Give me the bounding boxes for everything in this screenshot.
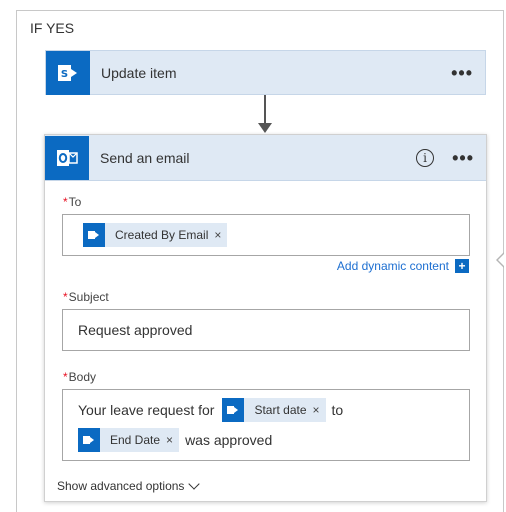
body-text-before: Your leave request for: [78, 402, 215, 418]
sharepoint-token-icon: [78, 428, 100, 452]
body-line-1: Your leave request for Start date × to: [78, 398, 343, 422]
show-advanced-options-link[interactable]: Show advanced options: [57, 478, 201, 493]
sharepoint-token-icon: [222, 398, 245, 422]
body-line-2: End Date × was approved: [78, 428, 272, 452]
to-required-mark: *: [63, 195, 68, 209]
connector-arrow-line: [264, 95, 266, 125]
remove-token-button[interactable]: ×: [214, 228, 227, 242]
subject-input[interactable]: Request approved: [62, 309, 470, 351]
body-required-mark: *: [63, 370, 68, 384]
chevron-down-icon: [188, 478, 201, 490]
send-email-title: Send an email: [100, 149, 190, 166]
subject-required-mark: *: [63, 290, 68, 304]
branch-label: IF YES: [30, 20, 75, 36]
body-label: *Body: [63, 370, 96, 384]
update-item-menu-button[interactable]: •••: [451, 64, 473, 82]
svg-text:S: S: [61, 69, 68, 80]
info-glyph: i: [423, 150, 428, 165]
add-dynamic-content-link[interactable]: Add dynamic content +: [337, 259, 469, 273]
sharepoint-token-icon: [83, 223, 105, 247]
to-label: *To: [63, 195, 81, 209]
send-email-menu-button[interactable]: •••: [452, 149, 474, 167]
plus-icon: +: [455, 259, 469, 273]
created-by-email-token[interactable]: Created By Email ×: [83, 223, 228, 247]
info-icon[interactable]: i: [416, 148, 435, 167]
connector-arrow-head: [258, 123, 272, 133]
to-field[interactable]: Created By Email ×: [62, 214, 470, 256]
add-dynamic-content-label: Add dynamic content: [336, 259, 449, 273]
token-label: End Date: [110, 433, 161, 447]
update-item-card[interactable]: S Update item •••: [45, 50, 486, 95]
to-label-text: To: [68, 195, 82, 209]
body-text-to: to: [331, 402, 344, 418]
subject-label-text: Subject: [68, 290, 109, 304]
start-date-token[interactable]: Start date ×: [222, 398, 326, 422]
remove-token-button[interactable]: ×: [313, 403, 326, 417]
remove-token-button[interactable]: ×: [166, 433, 179, 447]
dynamic-content-panel-tab-inner: [498, 254, 504, 266]
subject-label: *Subject: [63, 290, 109, 304]
send-email-card: Send an email i ••• *To Created By Email…: [44, 134, 487, 502]
send-email-header[interactable]: Send an email i •••: [45, 135, 486, 181]
show-advanced-options-label: Show advanced options: [57, 479, 185, 493]
token-label: Created By Email: [115, 228, 209, 242]
body-editor[interactable]: Your leave request for Start date × to E…: [62, 389, 470, 461]
end-date-token[interactable]: End Date ×: [78, 428, 180, 452]
token-label: Start date: [254, 403, 307, 417]
outlook-icon: [45, 135, 89, 180]
body-label-text: Body: [68, 370, 97, 384]
body-text-after: was approved: [185, 432, 273, 448]
sharepoint-icon: S: [46, 50, 90, 95]
update-item-title: Update item: [101, 64, 177, 81]
